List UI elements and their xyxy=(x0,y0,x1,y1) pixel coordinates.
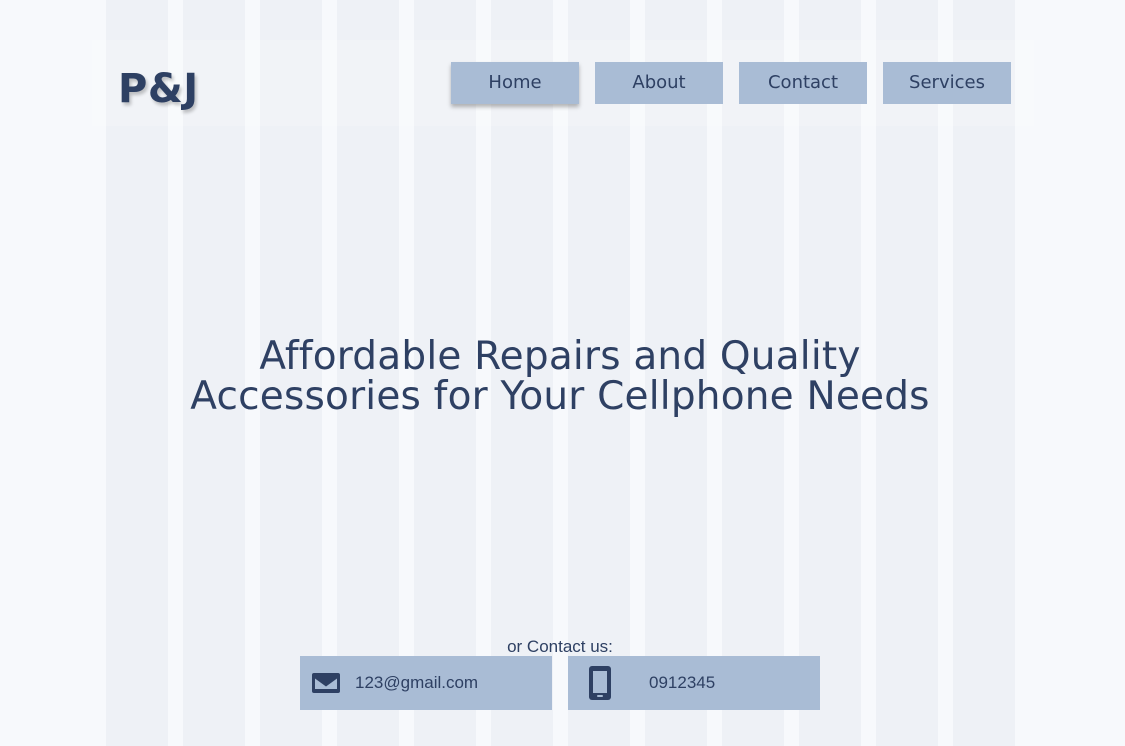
phone-icon xyxy=(589,666,611,700)
contact-label: or Contact us: xyxy=(507,637,613,656)
phone-value[interactable]: 0912345 xyxy=(649,656,715,710)
nav-services-button[interactable]: Services xyxy=(883,62,1011,104)
hero-title-line-2: Accessories for Your Cellphone Needs xyxy=(190,374,930,419)
brand-logo[interactable]: P&J xyxy=(118,66,199,112)
nav-home-button[interactable]: Home xyxy=(451,62,579,104)
hero-title: Affordable Repairs and Quality Accessori… xyxy=(0,337,1120,417)
nav-contact-button[interactable]: Contact xyxy=(739,62,867,104)
nav-about-button[interactable]: About xyxy=(595,62,723,104)
mail-icon xyxy=(312,673,340,693)
phone-contact-card[interactable]: 0912345 xyxy=(568,656,820,710)
email-contact-card[interactable]: 123@gmail.com xyxy=(300,656,552,710)
hero-title-line-1: Affordable Repairs and Quality xyxy=(259,334,861,379)
email-value[interactable]: 123@gmail.com xyxy=(355,656,478,710)
